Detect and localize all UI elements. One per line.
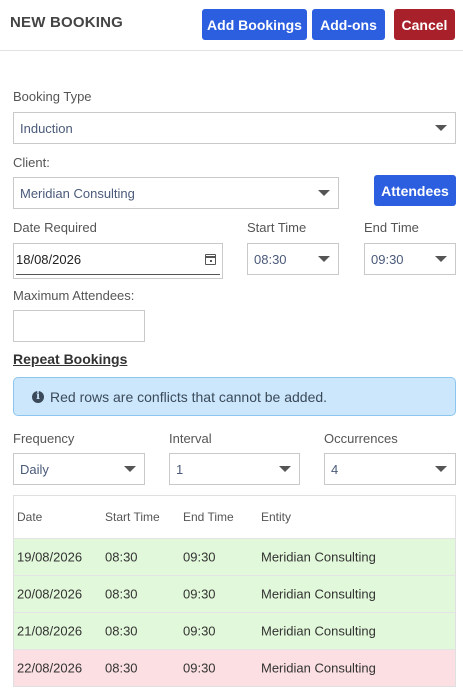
info-icon: i bbox=[32, 390, 44, 403]
max-attendees-label: Maximum Attendees: bbox=[13, 288, 135, 303]
column-header-date: Date bbox=[17, 510, 43, 524]
row-end-time: 09:30 bbox=[183, 660, 216, 676]
column-header-start-time: Start Time bbox=[105, 510, 160, 524]
chevron-down-icon bbox=[318, 256, 330, 262]
chevron-down-icon bbox=[318, 190, 330, 196]
row-start-time: 08:30 bbox=[105, 549, 138, 565]
frequency-select[interactable]: Daily bbox=[13, 453, 145, 485]
addons-button[interactable]: Add-ons bbox=[312, 9, 385, 40]
frequency-value: Daily bbox=[20, 461, 49, 477]
start-time-label: Start Time bbox=[247, 220, 307, 235]
chevron-down-icon bbox=[124, 466, 136, 472]
chevron-down-icon bbox=[435, 125, 447, 131]
add-bookings-button[interactable]: Add Bookings bbox=[202, 9, 307, 40]
page-title: NEW BOOKING bbox=[10, 14, 124, 31]
interval-label: Interval bbox=[169, 431, 212, 446]
column-header-entity: Entity bbox=[261, 510, 292, 524]
cancel-button[interactable]: Cancel bbox=[394, 9, 455, 40]
booking-type-label: Booking Type bbox=[13, 89, 92, 104]
column-header-end-time: End Time bbox=[183, 510, 234, 524]
max-attendees-input[interactable] bbox=[13, 310, 145, 342]
frequency-label: Frequency bbox=[13, 431, 75, 446]
conflict-info-alert: i Red rows are conflicts that cannot be … bbox=[13, 377, 456, 416]
occurrences-value: 4 bbox=[331, 461, 339, 477]
date-required-label: Date Required bbox=[13, 220, 97, 235]
modal-header: NEW BOOKING Add Bookings Add-ons Cancel bbox=[0, 0, 463, 51]
calendar-icon[interactable] bbox=[205, 254, 216, 265]
end-time-select[interactable]: 09:30 bbox=[364, 243, 456, 275]
row-start-time: 08:30 bbox=[105, 623, 138, 639]
row-end-time: 09:30 bbox=[183, 586, 216, 602]
row-entity: Meridian Consulting bbox=[261, 660, 376, 676]
interval-value: 1 bbox=[176, 461, 184, 477]
row-entity: Meridian Consulting bbox=[261, 586, 376, 602]
row-end-time: 09:30 bbox=[183, 623, 216, 639]
interval-select[interactable]: 1 bbox=[169, 453, 300, 485]
table-row[interactable]: 19/08/2026 08:30 09:30 Meridian Consulti… bbox=[14, 538, 455, 575]
row-date: 19/08/2026 bbox=[17, 549, 83, 565]
booking-type-select[interactable]: Induction bbox=[13, 112, 456, 144]
table-header-row: Date Start Time End Time Entity bbox=[14, 496, 455, 538]
row-date: 20/08/2026 bbox=[17, 586, 83, 602]
info-text: Red rows are conflicts that cannot be ad… bbox=[50, 388, 328, 405]
row-end-time: 09:30 bbox=[183, 549, 216, 565]
chevron-down-icon bbox=[435, 466, 447, 472]
chevron-down-icon bbox=[435, 256, 447, 262]
row-date: 22/08/2026 bbox=[17, 660, 83, 676]
date-required-value: 18/08/2026 bbox=[16, 252, 82, 267]
row-entity: Meridian Consulting bbox=[261, 549, 376, 565]
date-required-input[interactable]: 18/08/2026 bbox=[13, 243, 223, 279]
repeat-bookings-heading[interactable]: Repeat Bookings bbox=[13, 351, 127, 367]
occurrences-select[interactable]: 4 bbox=[324, 453, 456, 485]
table-row-conflict[interactable]: 22/08/2026 08:30 09:30 Meridian Consulti… bbox=[14, 649, 455, 686]
occurrences-label: Occurrences bbox=[324, 431, 398, 446]
client-select[interactable]: Meridian Consulting bbox=[13, 177, 339, 209]
start-time-select[interactable]: 08:30 bbox=[247, 243, 339, 275]
client-value: Meridian Consulting bbox=[20, 185, 135, 201]
table-row[interactable]: 20/08/2026 08:30 09:30 Meridian Consulti… bbox=[14, 575, 455, 612]
booking-type-value: Induction bbox=[20, 120, 73, 136]
row-start-time: 08:30 bbox=[105, 660, 138, 676]
end-time-value: 09:30 bbox=[371, 251, 404, 267]
row-start-time: 08:30 bbox=[105, 586, 138, 602]
attendees-button[interactable]: Attendees bbox=[374, 175, 456, 206]
input-underline bbox=[16, 274, 220, 275]
table-row[interactable]: 21/08/2026 08:30 09:30 Meridian Consulti… bbox=[14, 612, 455, 649]
client-label: Client: bbox=[13, 155, 50, 170]
start-time-value: 08:30 bbox=[254, 251, 287, 267]
end-time-label: End Time bbox=[364, 220, 419, 235]
row-date: 21/08/2026 bbox=[17, 623, 83, 639]
row-entity: Meridian Consulting bbox=[261, 623, 376, 639]
repeat-bookings-table: Date Start Time End Time Entity 19/08/20… bbox=[13, 495, 456, 687]
chevron-down-icon bbox=[279, 466, 291, 472]
